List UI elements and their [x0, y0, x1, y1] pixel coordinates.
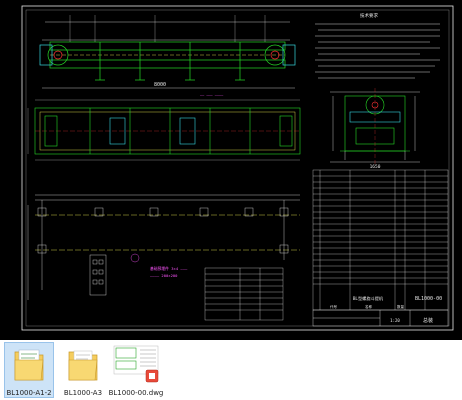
parts-list [312, 169, 449, 311]
plan-view [27, 99, 301, 161]
title-block-code: BL1000-00 [415, 296, 442, 302]
sheet-frame [21, 5, 454, 331]
file-item-bl1000-00-dwg[interactable]: BL1000-00.dwg [108, 340, 164, 400]
title-block-org: 总装 [423, 317, 433, 324]
cross-section-width-dim: 1650 [370, 164, 381, 170]
parts-header: 代号 名称 数量 [330, 304, 405, 309]
file-item-bl1000-a1-2[interactable]: BL1000-A1-2 [4, 340, 54, 400]
folder-icon [14, 349, 44, 381]
file-name: BL1000-A3 [63, 389, 103, 397]
title-block-name: BL型螺旋斗提机 [353, 295, 384, 302]
file-item-bl1000-a3[interactable]: BL1000-A3 [58, 340, 108, 400]
svg-text:—— ——— ————: —— ——— ———— [200, 93, 224, 97]
svg-text:基础预埋件 3×4 ———: 基础预埋件 3×4 ——— [150, 266, 188, 271]
file-thumbnail-strip: BL1000-A1-2 BL1000-A3 BL1000-00.dwg [0, 340, 462, 400]
parts-header-qty: 数量 [397, 304, 405, 309]
file-name: BL1000-A1-2 [6, 389, 52, 397]
cad-viewer[interactable]: 8000 —— ——— ———— 基础预埋件 3×4 ——— ———— 200×… [0, 0, 462, 340]
cad-drawing: 8000 —— ——— ———— 基础预埋件 3×4 ——— ———— 200×… [21, 5, 454, 331]
elevation-length-dim: 8000 [154, 82, 166, 88]
performance-table [204, 267, 284, 321]
file-name: BL1000-00.dwg [108, 389, 164, 397]
dwg-file-icon [113, 345, 159, 383]
notes-lines [315, 23, 440, 79]
elevation-view [39, 15, 296, 89]
sheet-frame-inner [25, 9, 450, 327]
notes-title: 技术要求 [360, 12, 378, 19]
cross-section-view [330, 88, 420, 165]
parts-header-code: 代号 [330, 304, 338, 309]
scale-text: 1:20 [390, 318, 400, 323]
foundation-plan [27, 194, 300, 300]
parts-header-name: 名称 [365, 304, 373, 309]
svg-text:———— 200×200: ———— 200×200 [150, 273, 178, 278]
foundation-notes: 基础预埋件 3×4 ——— ———— 200×200 [150, 266, 188, 278]
folder-icon [68, 350, 98, 381]
